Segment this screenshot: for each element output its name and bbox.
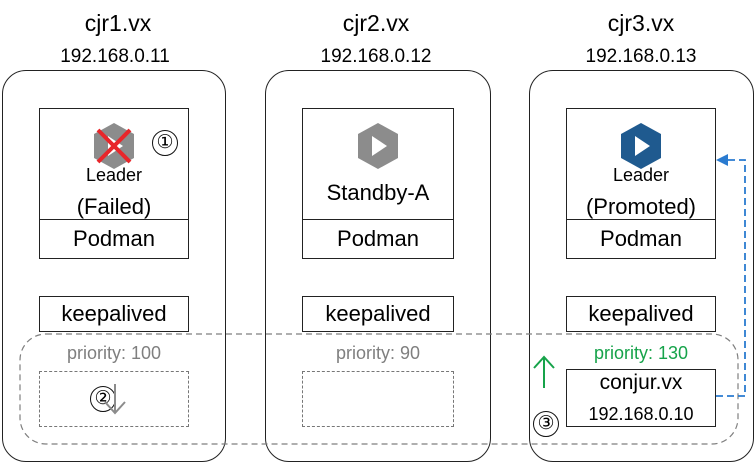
host2-keepalived: keepalived: [302, 296, 454, 332]
down-arrow-icon: [104, 384, 126, 415]
vip-name: conjur.vx: [599, 371, 683, 394]
host1-ip: 192.168.0.11: [60, 46, 170, 67]
host3-name: cjr3.vx: [607, 10, 675, 36]
host3-status: (Promoted): [585, 194, 697, 219]
host3-keepalived: keepalived: [566, 296, 716, 332]
host3-role: Leader: [612, 165, 670, 185]
host3-ip: 192.168.0.13: [585, 46, 697, 67]
host3-priority: priority: 130: [593, 343, 689, 363]
host2-role: Standby-A: [326, 180, 430, 205]
host2-priority: priority: 90: [335, 343, 421, 363]
host1-podman: Podman: [39, 219, 189, 259]
host1-status: (Failed): [76, 194, 152, 219]
host1-keepalived: keepalived: [39, 296, 189, 332]
host1-name: cjr1.vx: [84, 10, 152, 36]
step-1-badge: ①: [152, 130, 178, 156]
step-3-badge: ③: [533, 411, 559, 437]
host1-priority: priority: 100: [66, 343, 162, 363]
host3-podman: Podman: [566, 219, 716, 259]
host2-podman: Podman: [302, 219, 454, 259]
host1-role: Leader: [85, 165, 143, 185]
up-arrow-icon: [533, 355, 555, 388]
host2-ip: 192.168.0.12: [320, 46, 432, 67]
vip-ip: 192.168.0.10: [588, 404, 694, 424]
host2-name: cjr2.vx: [342, 10, 410, 36]
host2-hexagon-play-icon: [358, 123, 398, 169]
host2-vip-slot: [302, 371, 454, 427]
